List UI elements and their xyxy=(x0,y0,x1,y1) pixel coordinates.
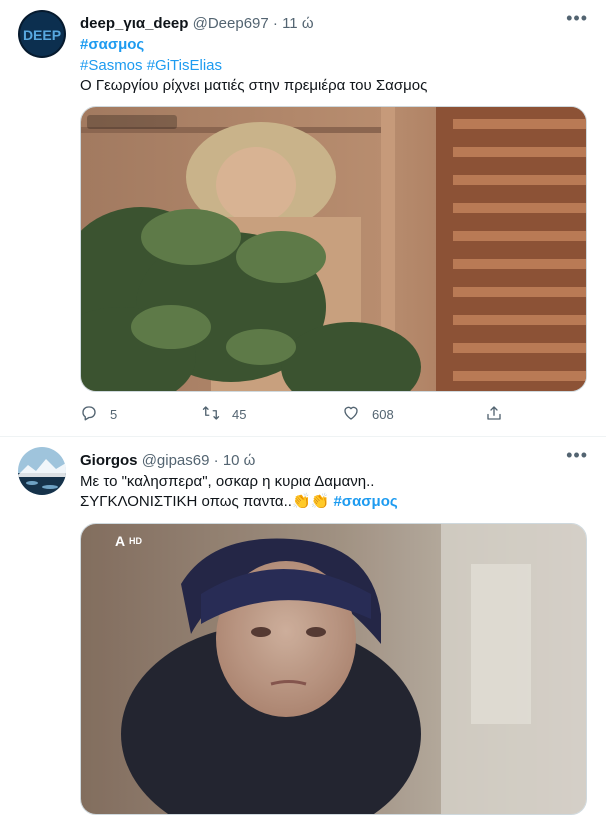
clapping-emoji: 👏👏 xyxy=(291,493,330,510)
channel-hd-label: HD xyxy=(129,536,142,546)
hashtag-link[interactable]: #GiTisElias xyxy=(147,57,222,74)
timestamp[interactable]: 11 ώ xyxy=(282,15,313,32)
reply-icon xyxy=(80,404,98,425)
avatar[interactable]: DEEP xyxy=(18,10,66,58)
retweet-icon xyxy=(202,404,220,425)
tweet-media-gif[interactable] xyxy=(80,106,587,392)
retweet-count: 45 xyxy=(232,407,247,422)
tweet-text-line2: ΣΥΓΚΛΟΝΙΣΤΙΚΗ οπως παντα.. xyxy=(80,493,292,510)
hashtag-link[interactable]: #σασμος xyxy=(80,36,144,53)
more-horizontal-icon[interactable]: ••• xyxy=(566,445,588,466)
user-name[interactable]: deep_για_deep xyxy=(80,15,188,32)
more-horizontal-icon[interactable]: ••• xyxy=(566,8,588,29)
like-count: 608 xyxy=(372,407,394,422)
hashtag-link[interactable]: #Sasmos xyxy=(80,57,143,74)
tweet-header: Giorgos @gipas69 · 10 ώ xyxy=(80,451,255,470)
separator: · xyxy=(268,15,283,32)
tweet-text-line: ΣΥΓΚΛΟΝΙΣΤΙΚΗ οπως παντα..👏👏 #σασμος xyxy=(80,492,398,511)
separator: · xyxy=(209,452,223,469)
tweet-media-video[interactable]: Α HD xyxy=(80,523,587,815)
share-button[interactable] xyxy=(485,404,503,425)
tweet-deep697[interactable]: DEEP deep_για_deep @Deep697 · 11 ώ ••• #… xyxy=(0,0,606,437)
tweet-header: deep_για_deep @Deep697 · 11 ώ xyxy=(80,14,314,33)
share-icon xyxy=(485,404,503,425)
tweet-actions: 5 45 608 xyxy=(80,404,510,424)
user-handle[interactable]: @gipas69 xyxy=(142,452,210,469)
tweet-text-line: #σασμος xyxy=(80,35,144,54)
timestamp[interactable]: 10 ώ xyxy=(223,452,256,469)
channel-logo-text: Α xyxy=(115,533,125,549)
avatar-logo-text: DEEP xyxy=(23,27,61,43)
tweet-text: Ο Γεωργίου ρίχνει ματιές στην πρεμιέρα τ… xyxy=(80,77,428,94)
tweet-text-line: #Sasmos #GiTisElias xyxy=(80,56,222,75)
like-button[interactable]: 608 xyxy=(342,404,394,425)
user-name[interactable]: Giorgos xyxy=(80,452,138,469)
reply-count: 5 xyxy=(110,407,118,422)
hashtag-link[interactable]: #σασμος xyxy=(333,493,397,510)
user-handle[interactable]: @Deep697 xyxy=(193,15,269,32)
tweet-text-line1: Με το "καλησπερα", οσκαρ η κυρια Δαμανη.… xyxy=(80,473,375,490)
heart-icon xyxy=(342,404,360,425)
reply-button[interactable]: 5 xyxy=(80,404,117,425)
retweet-button[interactable]: 45 xyxy=(202,404,246,425)
avatar[interactable] xyxy=(18,447,66,495)
tweet-gipas69[interactable]: Giorgos @gipas69 · 10 ώ ••• Με το "καλησ… xyxy=(0,437,606,815)
